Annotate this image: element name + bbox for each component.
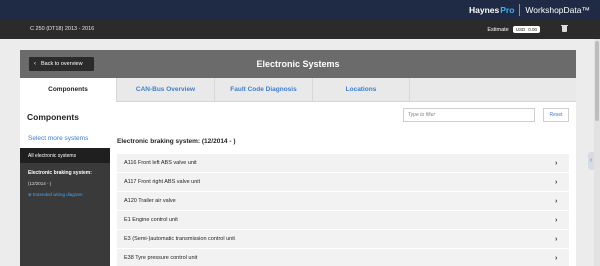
- chevron-right-icon: ›: [555, 178, 558, 186]
- chevron-right-icon: ›: [555, 235, 558, 243]
- all-electronic-systems-item[interactable]: All electronic systems: [20, 148, 110, 163]
- list-item-label: E1 Engine control unit: [124, 217, 178, 223]
- estimate-currency: USD: [515, 27, 526, 32]
- page-title: Electronic Systems: [256, 59, 340, 69]
- chevron-right-icon: ›: [555, 216, 558, 224]
- chevron-right-icon: ›: [555, 197, 558, 205]
- tab-locations[interactable]: Locations: [313, 78, 410, 102]
- list-item-label: E38 Tyre pressure control unit: [124, 255, 198, 261]
- selected-system-name[interactable]: Electronic braking system:: [28, 170, 108, 177]
- selected-system-date: (12/2014 - ): [28, 181, 52, 186]
- brand-divider: [519, 4, 521, 16]
- list-item[interactable]: E3 (Semi-)automatic transmission control…: [117, 230, 569, 249]
- chevron-left-icon: ‹: [589, 157, 593, 164]
- list-item-label: A120 Trailer air valve: [124, 198, 176, 204]
- tab-bar: Components CAN-Bus Overview Fault Code D…: [20, 78, 576, 102]
- chevron-right-icon: ›: [555, 254, 558, 262]
- reset-button[interactable]: Reset: [543, 108, 569, 122]
- estimate-amount: 0.00: [528, 27, 537, 32]
- scrollbar-thumb[interactable]: [595, 41, 599, 121]
- estimate-pill[interactable]: USD 0.00: [512, 26, 540, 33]
- tab-can-bus-overview[interactable]: CAN-Bus Overview: [117, 78, 215, 102]
- vehicle-name: C 250 (DT18) 2013 - 2016: [30, 26, 95, 32]
- extended-wiring-diagram-link[interactable]: ⊕ Extended wiring diagram: [28, 192, 83, 198]
- estimate[interactable]: Estimate USD 0.00: [487, 26, 540, 33]
- list-item[interactable]: A117 Front right ABS valve unit ›: [117, 173, 569, 192]
- list-item[interactable]: A116 Front left ABS valve unit ›: [117, 154, 569, 173]
- tab-fault-code-diagnosis[interactable]: Fault Code Diagnosis: [215, 78, 313, 102]
- tab-components[interactable]: Components: [20, 78, 117, 102]
- brand-pro: Pro: [500, 5, 515, 15]
- list-item-label: E3 (Semi-)automatic transmission control…: [124, 236, 235, 242]
- components-heading: Components: [27, 112, 79, 122]
- list-item-label: A116 Front left ABS valve unit: [124, 160, 197, 166]
- top-bar: Haynes Pro WorkshopData™: [0, 0, 600, 20]
- list-item-label: A117 Front right ABS valve unit: [124, 179, 201, 185]
- brand-workshopdata: WorkshopData™: [525, 5, 590, 15]
- select-more-systems-link[interactable]: Select more systems: [20, 130, 110, 148]
- estimate-label: Estimate: [487, 26, 509, 33]
- filter-input[interactable]: Type to filter: [403, 108, 535, 122]
- list-item[interactable]: E1 Engine control unit ›: [117, 211, 569, 230]
- system-section-title: Electronic braking system: (12/2014 - ): [117, 138, 236, 145]
- panel-header: ‹ Back to overview Electronic Systems: [20, 50, 576, 78]
- list-item[interactable]: E38 Tyre pressure control unit ›: [117, 249, 569, 266]
- page-scrollbar[interactable]: [594, 39, 600, 266]
- brand-logo: Haynes Pro WorkshopData™: [469, 4, 590, 16]
- list-item[interactable]: A120 Trailer air valve ›: [117, 192, 569, 211]
- electronic-systems-panel: ‹ Back to overview Electronic Systems Co…: [20, 50, 576, 266]
- brand-haynes: Haynes: [469, 5, 500, 15]
- vehicle-bar: C 250 (DT18) 2013 - 2016 Estimate USD 0.…: [0, 20, 600, 39]
- chevron-right-icon: ›: [555, 159, 558, 167]
- component-list: A116 Front left ABS valve unit › A117 Fro…: [117, 154, 569, 266]
- systems-sidebar: Select more systems All electronic syste…: [20, 130, 110, 266]
- trash-icon[interactable]: [561, 24, 568, 32]
- side-panel-toggle[interactable]: ‹: [588, 152, 594, 170]
